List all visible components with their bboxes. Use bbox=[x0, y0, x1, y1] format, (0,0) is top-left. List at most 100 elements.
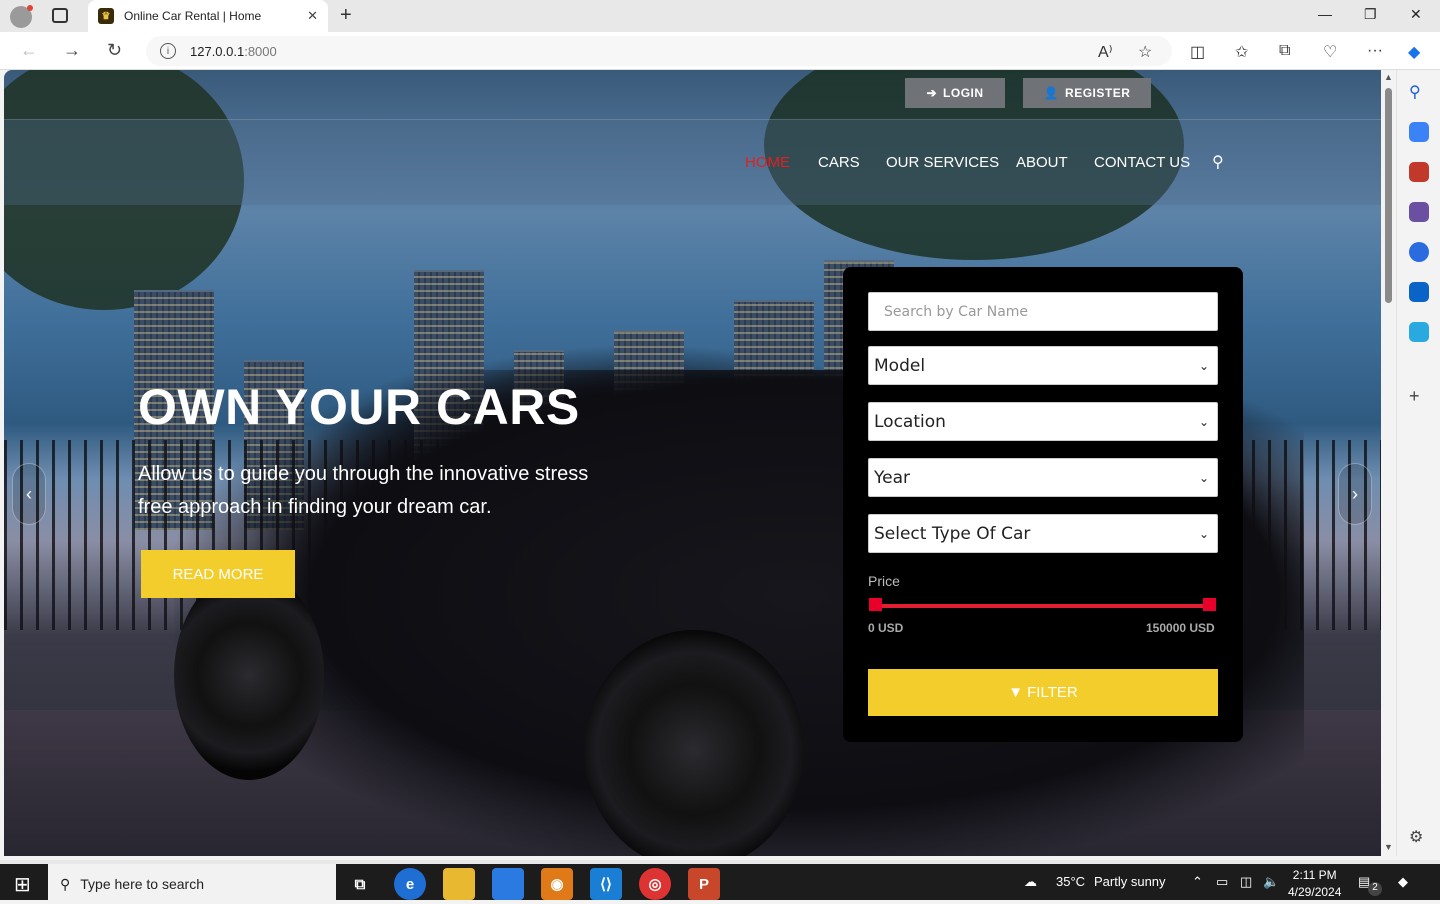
minimize-button[interactable]: — bbox=[1318, 6, 1332, 22]
tab-strip: ♛ Online Car Rental | Home ✕ + — ❐ ✕ bbox=[0, 0, 1440, 32]
collections-icon[interactable]: ⧉ bbox=[1279, 42, 1290, 60]
weather-icon[interactable]: ☁ bbox=[1024, 874, 1037, 890]
price-max-handle[interactable] bbox=[1203, 598, 1216, 611]
windows-start-icon[interactable]: ⊞ bbox=[14, 872, 31, 897]
taskbar-search-placeholder: Type here to search bbox=[80, 876, 205, 892]
copilot-icon[interactable]: ◆ bbox=[1408, 42, 1420, 62]
favorite-icon[interactable]: ☆ bbox=[1138, 42, 1152, 62]
location-select-value: Location bbox=[874, 411, 946, 432]
meet-icon[interactable]: ◫ bbox=[1240, 874, 1252, 890]
chevron-down-icon: ⌄ bbox=[1198, 526, 1209, 541]
games-icon[interactable] bbox=[1409, 202, 1429, 222]
site-favicon-icon: ♛ bbox=[98, 8, 114, 24]
read-more-button[interactable]: READ MORE bbox=[141, 550, 295, 598]
price-slider-track[interactable] bbox=[874, 604, 1210, 608]
car-name-search-input[interactable]: Search by Car Name bbox=[868, 292, 1218, 331]
hero-subtitle: Allow us to guide you through the innova… bbox=[138, 463, 589, 518]
login-icon: ➔ bbox=[926, 86, 938, 100]
edge-sidebar: ⚲ + ⚙ bbox=[1396, 70, 1440, 856]
url-field[interactable]: i 127.0.0.1 :8000 bbox=[146, 36, 1172, 66]
weather-temp[interactable]: 35°C bbox=[1056, 874, 1085, 889]
browser-essentials-icon[interactable]: ♡ bbox=[1323, 42, 1337, 62]
store-icon[interactable] bbox=[492, 868, 524, 900]
login-button[interactable]: ➔ LOGIN bbox=[905, 78, 1005, 108]
taskbar-search-box[interactable]: ⚲ Type here to search bbox=[48, 864, 336, 904]
office-icon[interactable] bbox=[1409, 242, 1429, 262]
task-view-icon[interactable]: ⧉ bbox=[344, 868, 376, 900]
tools-icon[interactable] bbox=[1409, 162, 1429, 182]
nav-our-services[interactable]: OUR SERVICES bbox=[886, 154, 999, 171]
tab-close-icon[interactable]: ✕ bbox=[307, 8, 318, 24]
funnel-icon: ▼ bbox=[1008, 684, 1024, 701]
add-icon[interactable]: + bbox=[1409, 386, 1429, 406]
car-rear-wheel bbox=[174, 570, 324, 780]
nav-contact-us[interactable]: CONTACT US bbox=[1094, 154, 1190, 171]
browser-tab-active[interactable]: ♛ Online Car Rental | Home ✕ bbox=[88, 0, 328, 32]
favorites-icon[interactable]: ✩ bbox=[1235, 42, 1248, 62]
new-tab-button[interactable]: + bbox=[340, 4, 352, 27]
window-close-button[interactable]: ✕ bbox=[1410, 6, 1422, 23]
price-label: Price bbox=[868, 573, 900, 589]
more-icon[interactable]: ··· bbox=[1367, 42, 1383, 60]
page-viewport: ➔ LOGIN 👤 REGISTER HOME CARS OUR SERVICE… bbox=[4, 70, 1381, 856]
search-icon[interactable]: ⚲ bbox=[1409, 82, 1429, 102]
year-select-value: Year bbox=[874, 467, 910, 488]
carousel-prev-button[interactable]: ‹ bbox=[12, 463, 46, 525]
car-filter-panel: Search by Car Name Model ⌄ Location ⌄ Year… bbox=[843, 267, 1243, 742]
edge-icon[interactable]: e bbox=[394, 868, 426, 900]
register-button[interactable]: 👤 REGISTER bbox=[1023, 78, 1151, 108]
chevron-right-icon: › bbox=[1352, 483, 1358, 504]
car-type-select[interactable]: Select Type Of Car ⌄ bbox=[868, 514, 1218, 553]
register-label: REGISTER bbox=[1065, 86, 1131, 100]
site-info-icon[interactable]: i bbox=[160, 43, 176, 59]
filter-button[interactable]: ▼ FILTER bbox=[868, 669, 1218, 716]
split-screen-icon[interactable]: ◫ bbox=[1190, 42, 1205, 62]
model-select-value: Model bbox=[874, 355, 926, 376]
filter-label: FILTER bbox=[1027, 684, 1078, 701]
nav-cars[interactable]: CARS bbox=[818, 154, 860, 171]
shopping-icon[interactable] bbox=[1409, 122, 1429, 142]
network-icon[interactable]: ▭ bbox=[1216, 874, 1228, 890]
chevron-left-icon: ‹ bbox=[26, 483, 32, 504]
carousel-next-button[interactable]: › bbox=[1338, 463, 1372, 525]
windows-taskbar: ⊞ ⚲ Type here to search ⧉ e ◉ ⟨⟩ ◎ P ☁ 3… bbox=[0, 860, 1440, 904]
scroll-up-icon[interactable]: ▲ bbox=[1384, 72, 1393, 82]
user-plus-icon: 👤 bbox=[1043, 86, 1060, 100]
tray-chevron-icon[interactable]: ⌃ bbox=[1192, 874, 1203, 890]
clock-time: 2:11 PM bbox=[1292, 868, 1337, 882]
price-min-handle[interactable] bbox=[869, 598, 882, 611]
profile-notification-dot bbox=[27, 5, 33, 11]
forward-button[interactable]: → bbox=[63, 40, 81, 61]
taskbar-clock[interactable]: 2:11 PM 4/29/2024 bbox=[1288, 867, 1341, 901]
scroll-down-icon[interactable]: ▼ bbox=[1384, 842, 1393, 852]
weather-text[interactable]: Partly sunny bbox=[1094, 874, 1166, 889]
nav-home[interactable]: HOME bbox=[745, 154, 790, 171]
copilot-taskbar-icon[interactable]: ◆ bbox=[1398, 874, 1408, 890]
search-icon[interactable]: ⚲ bbox=[1212, 152, 1224, 172]
refresh-button[interactable]: ↻ bbox=[107, 40, 122, 61]
file-explorer-icon[interactable] bbox=[443, 868, 475, 900]
back-button[interactable]: ← bbox=[20, 40, 38, 61]
car-front-wheel bbox=[584, 630, 804, 856]
scrollbar-thumb[interactable] bbox=[1385, 88, 1392, 303]
restore-button[interactable]: ❐ bbox=[1364, 6, 1377, 23]
year-select[interactable]: Year ⌄ bbox=[868, 458, 1218, 497]
powerpoint-icon[interactable]: P bbox=[688, 868, 720, 900]
outlook-icon[interactable] bbox=[1409, 282, 1429, 302]
notification-count: 2 bbox=[1368, 882, 1382, 896]
price-max-value: 150000 USD bbox=[1146, 621, 1215, 635]
settings-icon[interactable]: ⚙ bbox=[1409, 827, 1429, 847]
car-type-select-value: Select Type Of Car bbox=[874, 523, 1031, 544]
vscode-icon[interactable]: ⟨⟩ bbox=[590, 868, 622, 900]
read-aloud-icon[interactable]: A⁾ bbox=[1098, 42, 1113, 62]
app-icon[interactable]: ◉ bbox=[541, 868, 573, 900]
tab-actions-icon[interactable] bbox=[52, 8, 68, 23]
nav-about[interactable]: ABOUT bbox=[1016, 154, 1068, 171]
page-scrollbar[interactable]: ▲ ▼ bbox=[1381, 70, 1396, 856]
location-select[interactable]: Location ⌄ bbox=[868, 402, 1218, 441]
volume-icon[interactable]: 🔈 bbox=[1263, 874, 1279, 890]
chrome-icon[interactable]: ◎ bbox=[639, 868, 671, 900]
hero-title: OWN YOUR CARS bbox=[138, 379, 580, 435]
telegram-icon[interactable] bbox=[1409, 322, 1429, 342]
model-select[interactable]: Model ⌄ bbox=[868, 346, 1218, 385]
